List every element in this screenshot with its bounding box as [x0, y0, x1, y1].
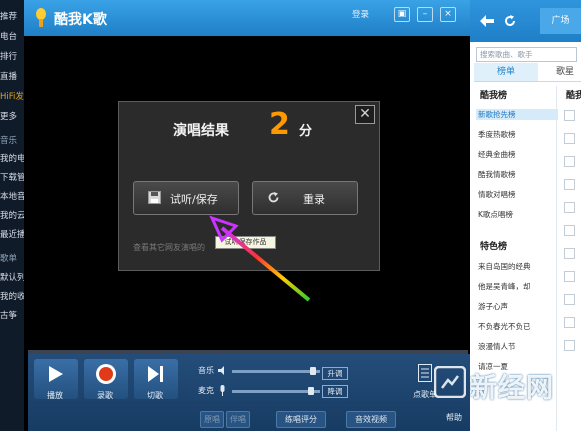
next-song-button[interactable]: 切歌: [134, 359, 178, 400]
control-bar: 播放 录歌 切歌 音乐 麦克 升调 降调 原唱 伴唱 练唱评分 音效视频 点歌单…: [28, 354, 470, 431]
chart-list-item[interactable]: 他是吴青峰，却: [478, 281, 558, 292]
song-checkbox[interactable]: [564, 225, 575, 236]
play-label: 播放: [47, 391, 63, 400]
kuwo-charts-heading: 酷我榜: [480, 91, 508, 101]
save-disk-icon: [148, 191, 161, 204]
chart-list-item[interactable]: 酷我情歌榜: [478, 169, 558, 180]
song-checkbox[interactable]: [564, 133, 575, 144]
song-checkbox[interactable]: [564, 317, 575, 328]
song-checkbox[interactable]: [564, 294, 575, 305]
chart-list-item[interactable]: 情歌对唱榜: [478, 189, 558, 200]
song-checkbox[interactable]: [564, 340, 575, 351]
tab-singers[interactable]: 歌星: [556, 63, 574, 81]
refresh-icon[interactable]: [504, 15, 516, 27]
app-title: 酷我K歌: [54, 12, 107, 28]
second-column-header: 酷我: [566, 91, 581, 101]
score-unit: 分: [299, 124, 313, 139]
chart-list-item[interactable]: 新歌抢先榜: [476, 109, 558, 120]
mic-volume-slider[interactable]: [232, 390, 320, 393]
back-arrow-icon[interactable]: [480, 15, 494, 27]
score-value: 2: [269, 107, 290, 142]
right-panel-header: 广场: [470, 0, 581, 42]
restore-icon[interactable]: ▣: [394, 7, 410, 22]
skip-next-icon: [148, 366, 163, 382]
chart-list-item[interactable]: 游子心声: [478, 301, 558, 312]
watermark-url: xinhuatone.com: [470, 404, 543, 413]
original-vocal-button[interactable]: 原唱: [200, 411, 224, 428]
song-checkbox[interactable]: [564, 202, 575, 213]
accompaniment-button[interactable]: 伴唱: [226, 411, 250, 428]
close-icon[interactable]: ×: [440, 7, 456, 22]
watermark-text: 新经网: [470, 373, 554, 404]
mic-volume-label: 麦克: [198, 386, 214, 395]
login-link[interactable]: 登录: [352, 8, 369, 20]
pitch-down-button[interactable]: 降调: [322, 385, 348, 398]
song-checkbox[interactable]: [564, 110, 575, 121]
song-checkbox[interactable]: [564, 271, 575, 282]
special-charts-heading: 特色榜: [480, 242, 508, 252]
watermark: 新经网 xinhuatone.com: [410, 362, 581, 431]
play-button[interactable]: 播放: [34, 359, 78, 400]
music-volume-thumb[interactable]: [310, 367, 316, 375]
annotation-arrow: [209, 215, 311, 302]
pitch-up-button[interactable]: 升调: [322, 367, 348, 380]
chart-list-item[interactable]: K歌点唱榜: [478, 209, 558, 220]
screen: 推荐 电台 排行 直播 HiFi发 更多 音乐 我的电 下载管 本地音 我的云 …: [0, 0, 581, 431]
play-icon: [49, 366, 63, 382]
song-checkbox[interactable]: [564, 248, 575, 259]
search-input[interactable]: 搜索歌曲、歌手: [476, 47, 577, 62]
song-checkbox[interactable]: [564, 156, 575, 167]
effects-video-button[interactable]: 音效视频: [346, 411, 396, 428]
chart-tabs: 榜单 歌星: [474, 63, 581, 82]
music-volume-label: 音乐: [198, 366, 214, 375]
tab-charts[interactable]: 榜单: [474, 63, 538, 81]
record-icon: [96, 364, 116, 384]
mic-volume-thumb[interactable]: [308, 387, 314, 395]
minimize-icon[interactable]: –: [417, 7, 433, 22]
chart-list-item[interactable]: 季度热歌榜: [478, 129, 558, 140]
dialog-close-button[interactable]: ✕: [355, 105, 375, 124]
song-checkbox[interactable]: [564, 179, 575, 190]
plaza-tab[interactable]: 广场: [540, 8, 581, 34]
microphone-icon: [220, 385, 225, 396]
title-bar: 酷我K歌 登录 ▣ – ×: [24, 0, 470, 36]
speaker-icon: [218, 366, 224, 375]
record-button[interactable]: 录歌: [84, 359, 128, 400]
result-title: 演唱结果: [173, 123, 229, 139]
chart-list-item[interactable]: 浪漫情人节: [478, 341, 558, 352]
next-song-label: 切歌: [147, 391, 163, 400]
watermark-logo-icon: [434, 366, 466, 398]
music-volume-slider[interactable]: [232, 370, 320, 373]
left-sidebar-strip: 推荐 电台 排行 直播 HiFi发 更多 音乐 我的电 下载管 本地音 我的云 …: [0, 0, 26, 431]
record-label: 录歌: [97, 391, 113, 400]
chart-list-item[interactable]: 不负春光不负已: [478, 321, 558, 332]
chart-list-item[interactable]: 来自岛国的经典: [478, 261, 558, 272]
practice-score-button[interactable]: 练唱评分: [276, 411, 326, 428]
chart-list-item[interactable]: 经典金曲榜: [478, 149, 558, 160]
microphone-logo-icon: [36, 8, 46, 27]
karaoke-window: 酷我K歌 登录 ▣ – × 演唱结果 2 分 ✕ 试听/保存 重录 查看其它网友…: [24, 0, 470, 431]
